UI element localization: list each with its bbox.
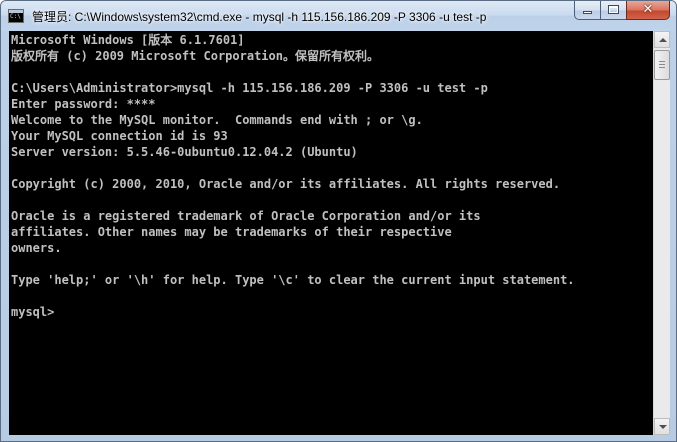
console-line: Enter password: **** xyxy=(11,97,156,111)
console-line: Copyright (c) 2000, 2010, Oracle and/or … xyxy=(11,177,561,191)
scroll-up-button[interactable] xyxy=(654,31,670,48)
window-title: 管理员: C:\Windows\system32\cmd.exe - mysql… xyxy=(32,10,487,24)
arrow-down-icon xyxy=(659,425,667,429)
title-bar[interactable]: 管理员: C:\Windows\system32\cmd.exe - mysql… xyxy=(1,1,676,31)
vertical-scrollbar[interactable] xyxy=(653,31,670,435)
console-output[interactable]: Microsoft Windows [版本 6.1.7601] 版权所有 (c) … xyxy=(9,31,653,435)
console-line: Welcome to the MySQL monitor. Commands e… xyxy=(11,113,423,127)
console-line: Type 'help;' or '\h' for help. Type '\c'… xyxy=(11,273,575,287)
console-line: Microsoft Windows [版本 6.1.7601] xyxy=(11,33,245,47)
arrow-up-icon xyxy=(659,38,667,42)
console-line: Oracle is a registered trademark of Orac… xyxy=(11,209,481,223)
cmd-window: 管理员: C:\Windows\system32\cmd.exe - mysql… xyxy=(0,0,677,442)
minimize-button[interactable] xyxy=(574,1,600,20)
maximize-button[interactable] xyxy=(600,1,626,20)
console-line: affiliates. Other names may be trademark… xyxy=(11,225,452,239)
console-line: owners. xyxy=(11,241,62,255)
close-button[interactable]: ✕ xyxy=(626,1,670,20)
console-line: C:\Users\Administrator>mysql -h 115.156.… xyxy=(11,81,488,95)
cmd-app-icon[interactable] xyxy=(8,9,24,23)
close-icon: ✕ xyxy=(642,2,654,17)
maximize-icon xyxy=(608,5,619,14)
minimize-icon xyxy=(583,11,592,14)
scroll-down-button[interactable] xyxy=(654,418,670,435)
caption-buttons: ✕ xyxy=(574,1,670,21)
console-line: mysql> xyxy=(11,305,55,319)
console-line: Server version: 5.5.46-0ubuntu0.12.04.2 … xyxy=(11,145,358,159)
console-text: Microsoft Windows [版本 6.1.7601] 版权所有 (c) … xyxy=(11,32,575,320)
console-line: Your MySQL connection id is 93 xyxy=(11,129,228,143)
scroll-thumb[interactable] xyxy=(654,50,670,80)
console-line: 版权所有 (c) 2009 Microsoft Corporation。保留所有… xyxy=(11,49,379,63)
